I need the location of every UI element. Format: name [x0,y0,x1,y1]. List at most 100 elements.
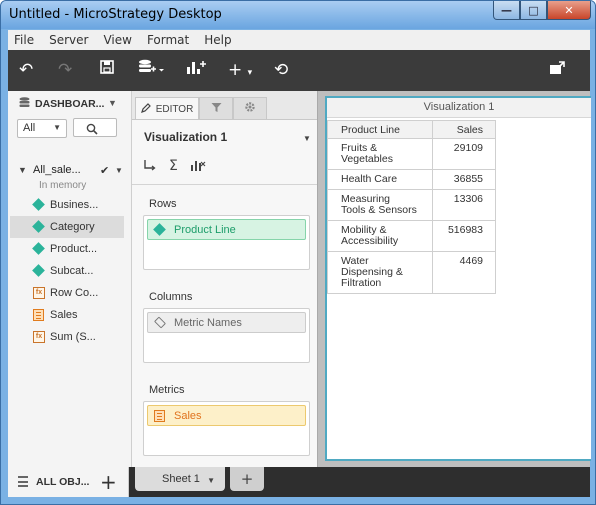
object-filter-select[interactable]: All ▼ [17,119,67,138]
bar-chart-plus-icon [187,61,206,74]
undo-icon[interactable]: ↶ [19,59,33,81]
tab-editor[interactable]: EDITOR [135,97,199,120]
plus-icon: + [228,60,243,80]
object-filter-value: All [23,122,36,134]
cell-line: Vegetables [341,153,393,165]
add-sheet-button[interactable]: + [230,467,264,491]
chevron-down-icon[interactable]: ▼ [207,476,215,485]
object-item-business[interactable]: Busines... [10,194,124,216]
sheet-bar: ALL OBJ... + Sheet 1 ▼ + [8,467,590,497]
column-header-product-line[interactable]: Product Line [327,120,433,139]
menu-help[interactable]: Help [204,33,231,47]
minimize-button[interactable]: — [493,1,520,20]
menu-format[interactable]: Format [147,33,189,47]
window-frame-bottom [1,497,595,504]
cell-line: Health Care [341,173,398,185]
object-label: Sum (S... [50,331,96,343]
dataset-panel-title: DASHBOAR... [35,98,105,110]
tab-filter[interactable] [199,97,233,119]
tab-format[interactable] [233,97,267,119]
sheet-label: Sheet 1 [162,473,200,485]
title-bar: Untitled - MicroStrategy Desktop — □ ✕ [1,1,595,29]
columns-dropzone[interactable]: Metric Names [143,308,310,363]
table-row: Fruits & Vegetables 29109 [327,138,496,170]
metrics-item-sales[interactable]: Sales [147,405,306,426]
chevron-down-icon[interactable]: ▼ [108,98,117,108]
presentation-icon[interactable] [549,59,565,81]
object-item-product[interactable]: Product... [10,238,124,260]
metrics-dropzone[interactable]: Sales [143,401,310,456]
maximize-button[interactable]: □ [520,1,547,20]
cell-product-line[interactable]: Mobility & Accessibility [327,220,433,252]
chevron-down-icon: ▾ [247,68,253,78]
attribute-icon [32,242,45,255]
menu-view[interactable]: View [103,33,131,47]
dataset-panel-header[interactable]: DASHBOAR... [19,97,104,111]
object-label: Row Co... [50,287,99,299]
cell-sales[interactable]: 13306 [432,189,496,221]
database-icon [19,97,30,111]
object-item-sum-sales[interactable]: fx Sum (S... [10,326,124,348]
derived-metric-icon: fx [33,331,45,343]
cell-product-line[interactable]: Water Dispensing & Filtration [327,251,433,294]
chevron-down-icon[interactable]: ▼ [303,134,311,143]
cell-product-line[interactable]: Fruits & Vegetables [327,138,433,170]
tab-sheet-1[interactable]: Sheet 1 ▼ [135,467,225,491]
database-plus-icon [139,59,164,72]
rows-dropzone[interactable]: Product Line [143,215,310,270]
expand-caret-icon[interactable]: ▼ [18,165,27,175]
object-label: Category [50,221,95,233]
visualization-selector[interactable]: Visualization 1 [144,130,227,144]
add-object-button[interactable]: + [100,470,117,494]
visualization-container[interactable]: Visualization 1 Product Line Sales Fruit… [325,96,591,461]
swap-icon[interactable] [143,158,157,176]
cell-product-line[interactable]: Measuring Tools & Sensors [327,189,433,221]
redo-icon[interactable]: ↷ [58,59,72,81]
sigma-icon[interactable]: Σ [169,158,178,176]
table-row: Health Care 36855 [327,169,496,190]
menu-bar: File Server View Format Help [8,30,590,50]
editor-tabs: EDITOR [132,97,318,120]
all-objects-toggle[interactable]: ALL OBJ... + [8,467,129,497]
menu-server[interactable]: Server [49,33,88,47]
attribute-icon [32,220,45,233]
cell-product-line[interactable]: Health Care [327,169,433,190]
derived-metric-icon: fx [33,287,45,299]
cell-sales[interactable]: 36855 [432,169,496,190]
window-controls: — □ ✕ [493,1,591,21]
dashboard-canvas: Visualization 1 Product Line Sales Fruit… [317,91,591,467]
rows-item-product-line[interactable]: Product Line [147,219,306,240]
refresh-icon[interactable]: ⟲ [274,59,288,81]
tab-editor-label: EDITOR [155,103,194,115]
close-button[interactable]: ✕ [547,1,591,20]
object-item-subcategory[interactable]: Subcat... [10,260,124,282]
column-header-sales[interactable]: Sales [432,120,496,139]
cell-sales[interactable]: 29109 [432,138,496,170]
object-item-category[interactable]: Category [10,216,124,238]
sheet-tabs: Sheet 1 ▼ + [129,467,590,497]
table-row: Water Dispensing & Filtration 4469 [327,251,496,294]
columns-label: Columns [149,291,193,303]
metrics-label: Metrics [149,384,185,396]
object-label: Subcat... [50,265,94,277]
visualization-title[interactable]: Visualization 1 [327,98,591,118]
add-visualization-icon[interactable] [186,59,206,81]
save-icon[interactable] [100,59,114,81]
chart-options-icon[interactable] [190,158,206,176]
object-search-input[interactable] [73,118,117,137]
cell-sales[interactable]: 4469 [432,251,496,294]
table-header-row: Product Line Sales [327,120,496,139]
insert-icon[interactable]: + ▾ [228,59,252,84]
table-row: Measuring Tools & Sensors 13306 [327,189,496,221]
add-data-icon[interactable] [138,59,164,81]
gear-icon [244,101,256,116]
chevron-down-icon[interactable]: ▼ [115,166,123,175]
menu-file[interactable]: File [14,33,34,47]
columns-item-metric-names[interactable]: Metric Names [147,312,306,333]
attribute-icon [32,198,45,211]
metric-icon [154,409,166,422]
cell-sales[interactable]: 516983 [432,220,496,252]
object-item-row-count[interactable]: fx Row Co... [10,282,124,304]
cell-line: Accessibility [341,235,399,247]
object-item-sales[interactable]: Sales [10,304,124,326]
